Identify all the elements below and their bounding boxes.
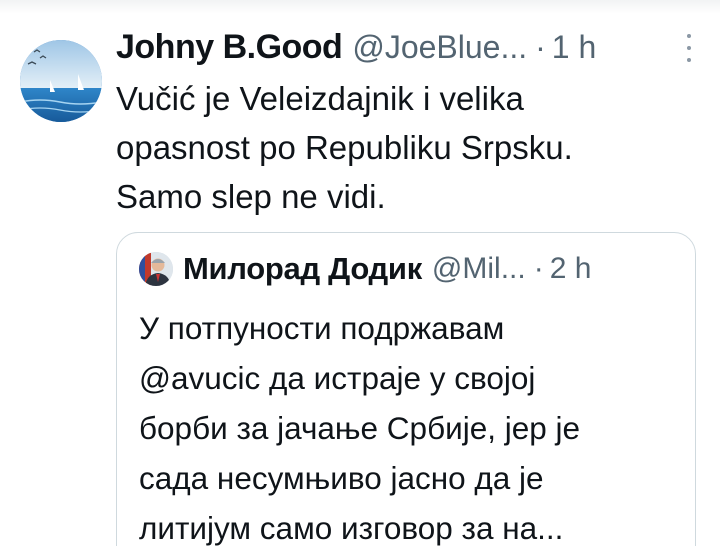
quoted-tweet-header: Милорад Додик @Mil... · 2 h <box>139 247 679 291</box>
tweet-text-line: opasnost po Republiku Srpsku. <box>116 129 573 166</box>
quoted-tweet-timestamp: 2 h <box>549 252 592 285</box>
quoted-text-line: борби за јачање Србије, јер је <box>139 410 581 446</box>
quoted-text-line: У потпуности подржавам <box>139 310 505 346</box>
quoted-author-avatar <box>139 252 173 286</box>
tweet-text-line: Samo slep ne vidi. <box>116 178 386 215</box>
tweet-page: Johny B.Good @JoeBlue... · 1 h Vučić je … <box>0 0 720 546</box>
quoted-text-line: сада несумњиво јасно да је <box>139 460 544 496</box>
quoted-author-handle: @Mil... <box>431 252 526 285</box>
tweet-header: Johny B.Good @JoeBlue... · 1 h <box>116 24 706 70</box>
tweet-timestamp[interactable]: 1 h <box>552 29 596 66</box>
top-divider <box>0 0 720 14</box>
quoted-tweet-text: У потпуности подржавам @avucic да истрај… <box>139 303 684 546</box>
quoted-author-name: Милорад Додик <box>183 251 422 286</box>
quoted-header-separator: · <box>533 252 544 285</box>
quoted-tweet-card[interactable]: Милорад Додик @Mil... · 2 h У потпуности… <box>116 232 696 546</box>
more-vertical-icon[interactable] <box>680 34 698 62</box>
tweet-text: Vučić je Veleizdajnik i velika opasnost … <box>116 74 706 221</box>
quoted-text-line: литијум само изговор за на... <box>139 510 564 546</box>
header-separator: · <box>535 28 546 65</box>
author-handle[interactable]: @JoeBlue... <box>352 29 527 66</box>
author-name[interactable]: Johny B.Good <box>116 28 343 67</box>
author-avatar[interactable] <box>20 40 102 122</box>
tweet-text-line: Vučić je Veleizdajnik i velika <box>116 80 524 117</box>
quoted-text-line: @avucic да истраје у својој <box>139 360 536 396</box>
